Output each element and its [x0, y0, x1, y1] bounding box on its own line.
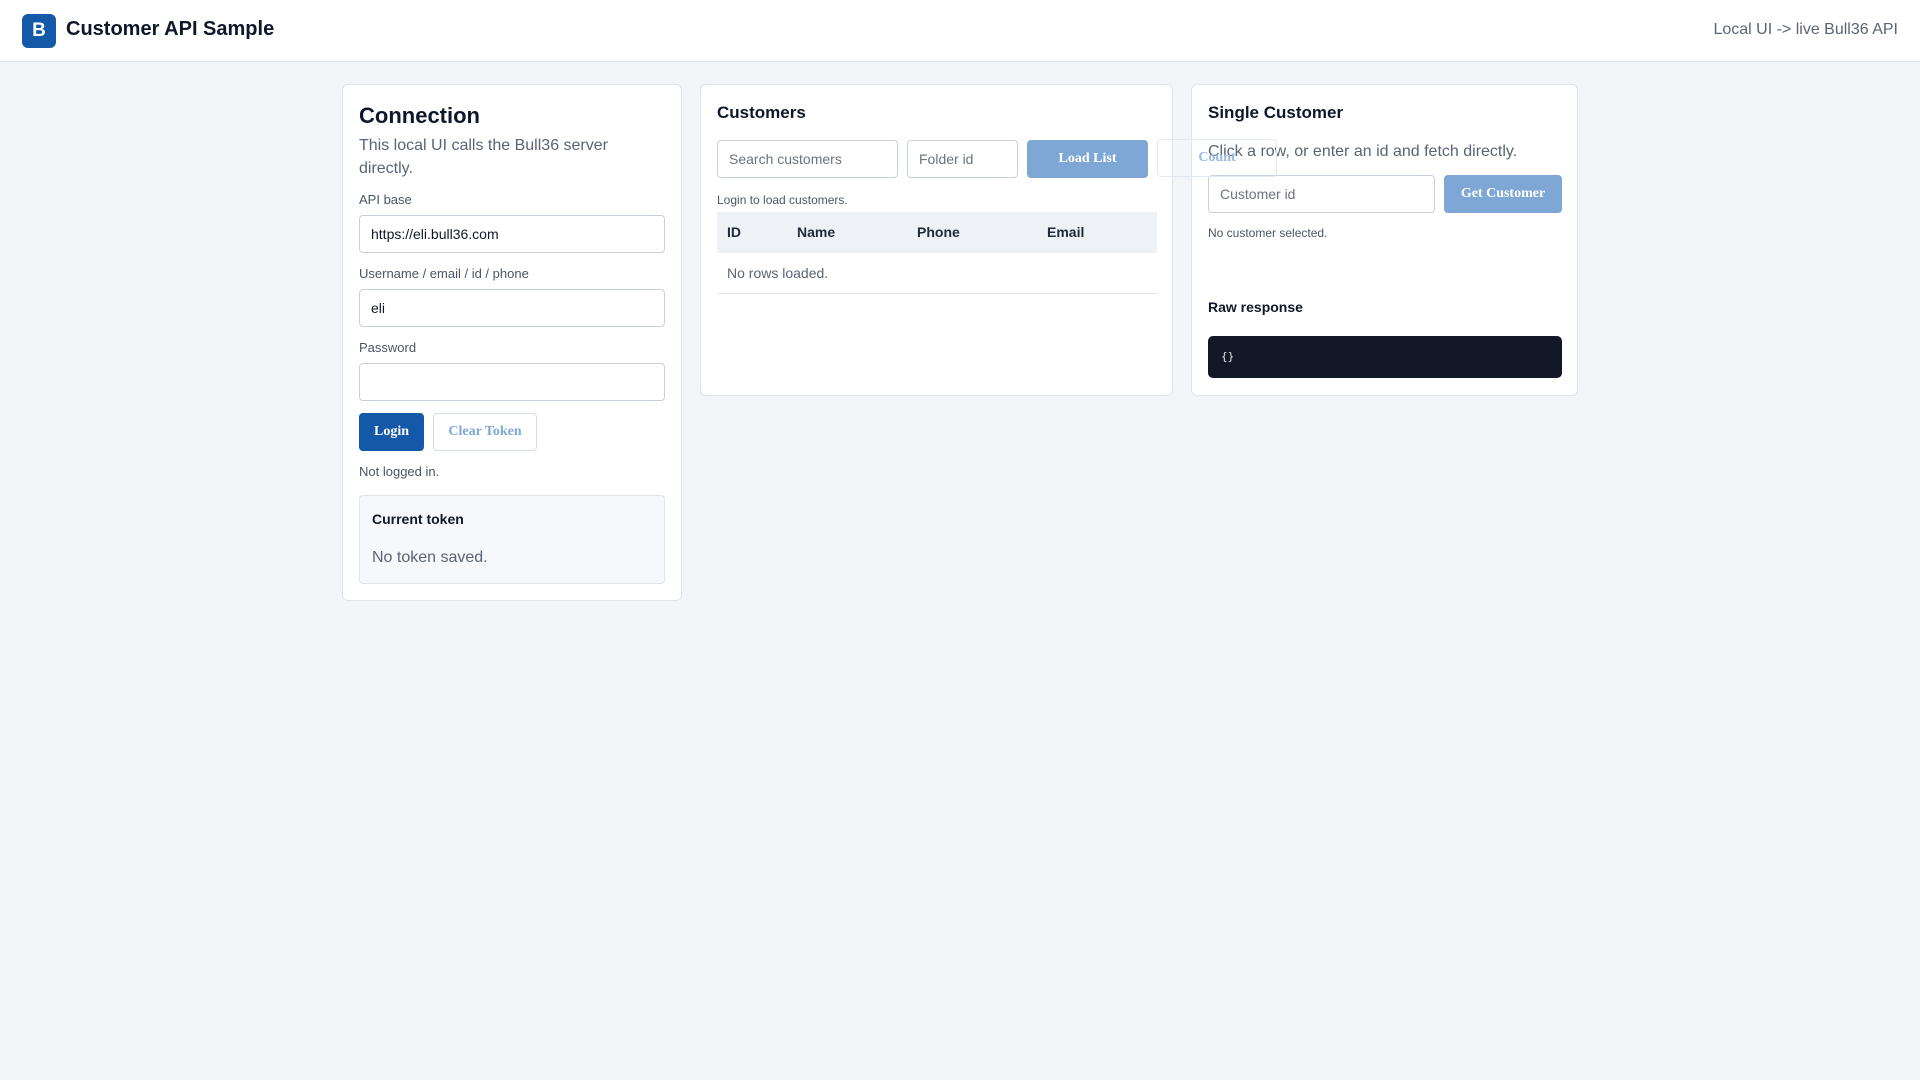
column-header-name: Name [797, 224, 836, 240]
column-header-email: Email [1047, 224, 1085, 240]
get-customer-button[interactable]: Get Customer [1444, 175, 1562, 213]
column-header-phone: Phone [917, 224, 960, 240]
count-button[interactable]: Count [1157, 139, 1277, 177]
connection-subtitle: This local UI calls the Bull36 server di… [359, 137, 608, 177]
column-header-id: ID [727, 224, 741, 240]
raw-response-title: Raw response [1208, 299, 1303, 315]
api-base-label: API base [359, 192, 412, 207]
username-input[interactable] [359, 289, 665, 327]
folder-id-input[interactable] [907, 140, 1018, 178]
login-button[interactable]: Login [359, 413, 424, 451]
single-customer-title: Single Customer [1208, 103, 1344, 122]
username-label: Username / email / id / phone [359, 266, 529, 281]
customers-status: Login to load customers. [717, 193, 848, 207]
raw-response-text: {} [1221, 350, 1235, 363]
password-input[interactable] [359, 363, 665, 401]
current-token-box: Current token No token saved. [359, 495, 665, 584]
raw-response-box: {} [1208, 336, 1562, 378]
header-subtitle: Local UI -> live Bull36 API [1713, 21, 1898, 38]
single-customer-status: No customer selected. [1208, 226, 1328, 240]
app-header: B Customer API Sample Local UI -> live B… [0, 0, 1920, 62]
load-list-button[interactable]: Load List [1027, 140, 1148, 178]
connection-title: Connection [359, 103, 480, 128]
connection-panel: Connection This local UI calls the Bull3… [342, 84, 682, 601]
clear-token-button[interactable]: Clear Token [433, 413, 537, 451]
password-label: Password [359, 340, 417, 355]
current-token-value: No token saved. [372, 549, 488, 566]
current-token-title: Current token [372, 511, 464, 527]
customers-table-header: ID Name Phone Email [717, 212, 1157, 253]
single-customer-panel: Single Customer Click a row, or enter an… [1191, 84, 1578, 396]
api-base-input[interactable] [359, 215, 665, 253]
login-status: Not logged in. [359, 464, 440, 479]
table-empty-row: No rows loaded. [717, 253, 1157, 294]
customer-id-input[interactable] [1208, 175, 1435, 213]
customers-panel: Customers Load List Login to load custom… [700, 84, 1173, 396]
search-customers-input[interactable] [717, 140, 898, 178]
customers-title: Customers [717, 103, 806, 122]
table-empty-text: No rows loaded. [727, 265, 829, 281]
app-title: Customer API Sample [66, 18, 275, 40]
app-logo-icon: B [22, 14, 56, 48]
